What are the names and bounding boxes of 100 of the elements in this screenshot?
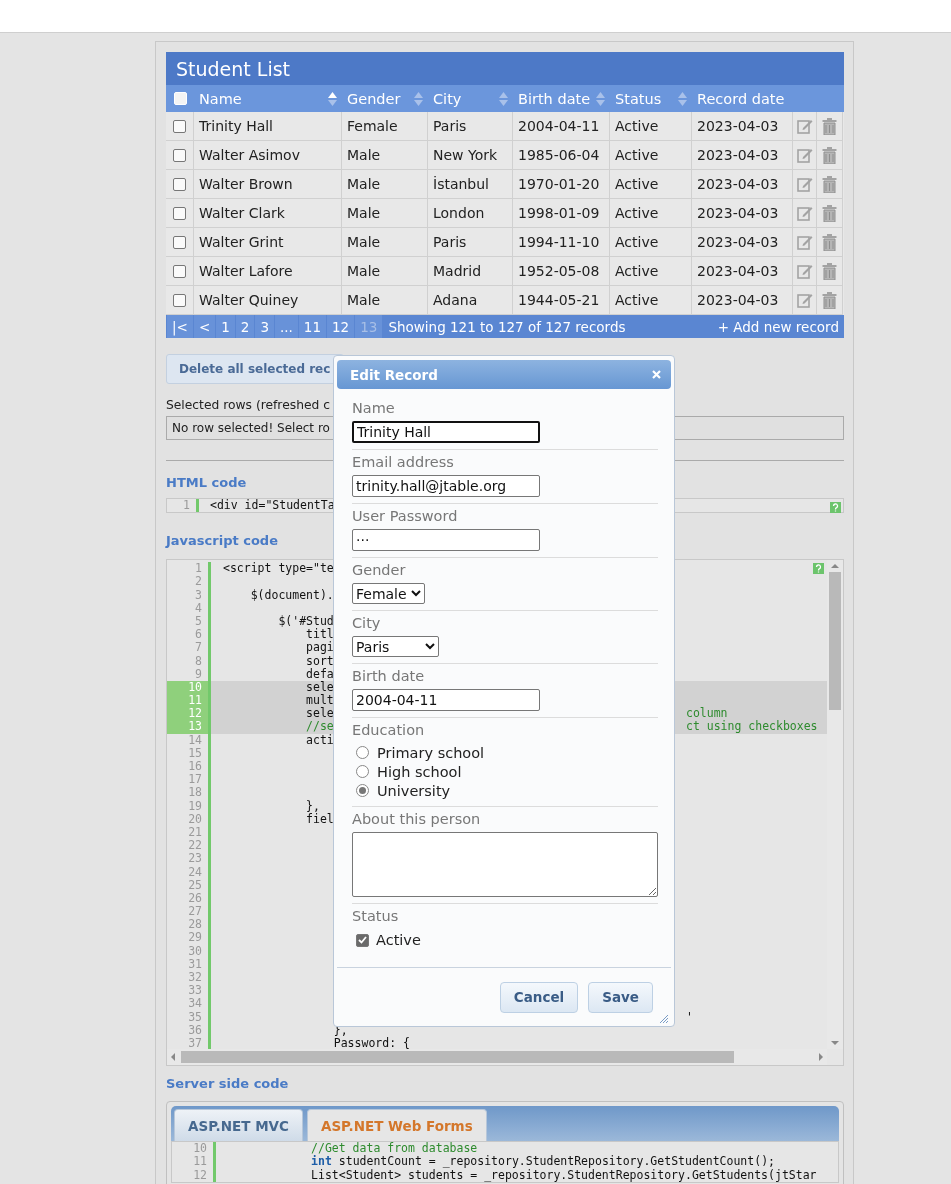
line-number: 20 xyxy=(187,812,203,826)
edit-icon[interactable] xyxy=(796,147,813,163)
code-text: fiel xyxy=(305,812,334,826)
line-number: 7 xyxy=(194,641,203,655)
help-icon[interactable] xyxy=(813,563,824,575)
line-number: 11 xyxy=(192,1155,208,1169)
row-checkbox[interactable] xyxy=(173,293,186,307)
radio-button[interactable] xyxy=(356,746,369,759)
trash-icon[interactable] xyxy=(822,175,837,193)
sort-icon[interactable] xyxy=(327,90,338,107)
line-number: 22 xyxy=(187,839,203,853)
select-all-checkbox[interactable] xyxy=(173,92,187,105)
code-text: <script type="te xyxy=(223,562,334,576)
line-number: 28 xyxy=(187,918,203,932)
line-number: 6 xyxy=(194,628,203,642)
row-checkbox[interactable] xyxy=(173,206,186,220)
page-button[interactable]: 2 xyxy=(235,315,255,338)
row-checkbox[interactable] xyxy=(173,264,186,278)
page-button[interactable]: 1 xyxy=(216,315,235,338)
line-number: 27 xyxy=(187,905,203,919)
text-area[interactable] xyxy=(352,832,658,897)
page-button[interactable]: < xyxy=(193,315,216,338)
row-checkbox[interactable] xyxy=(173,235,186,249)
line-number: 23 xyxy=(187,852,203,866)
line-number: 21 xyxy=(187,825,203,840)
column-header[interactable]: Status xyxy=(615,90,662,107)
line-number: 35 xyxy=(187,1010,203,1024)
selected-rows-message: No row selected! Select ro xyxy=(172,421,330,435)
field-label: Email address xyxy=(352,453,455,471)
table-title: Student List xyxy=(166,52,844,85)
page-button[interactable]: |< xyxy=(167,315,193,338)
code-text: sort xyxy=(305,654,334,668)
trash-icon[interactable] xyxy=(822,262,837,280)
page-button[interactable]: 3 xyxy=(255,315,274,338)
code-text: <div id="StudentTa xyxy=(210,499,335,513)
edit-icon[interactable] xyxy=(796,292,813,308)
sort-icon[interactable] xyxy=(595,90,606,107)
trash-icon[interactable] xyxy=(822,146,837,164)
code-text: ' xyxy=(686,1010,693,1024)
field-label: Birth date xyxy=(352,667,426,685)
trash-icon[interactable] xyxy=(822,117,837,135)
column-header[interactable]: City xyxy=(433,90,462,107)
line-number: 8 xyxy=(194,654,203,668)
column-header[interactable]: Record date xyxy=(697,90,785,107)
radio-button[interactable] xyxy=(356,784,369,797)
tab[interactable]: ASP.NET Web Forms xyxy=(306,1109,487,1142)
column-header[interactable]: Gender xyxy=(347,90,401,107)
radio-button[interactable] xyxy=(356,765,369,778)
code-text: $(document). xyxy=(249,588,334,602)
dialog-button[interactable]: Cancel xyxy=(499,981,579,1013)
row-checkbox[interactable] xyxy=(173,177,186,191)
line-number: 34 xyxy=(187,997,203,1011)
line-number: 15 xyxy=(187,746,203,760)
code-text: List<Student> students = _repository.StudentRepository.GetStudents(jtStar xyxy=(310,1168,817,1182)
resize-grip-icon[interactable] xyxy=(659,1014,669,1024)
dropdown[interactable]: Female xyxy=(352,583,425,604)
close-icon[interactable] xyxy=(652,370,661,379)
line-number: 24 xyxy=(187,865,203,879)
code-text: Password: { xyxy=(332,1036,410,1050)
line-number: 3 xyxy=(194,588,203,602)
section-heading: Server side code xyxy=(166,1076,289,1092)
row-checkbox[interactable] xyxy=(173,148,186,162)
add-record-link[interactable]: + Add new record xyxy=(717,315,844,338)
code-text: ct using checkboxes xyxy=(686,720,818,734)
sort-icon[interactable] xyxy=(498,90,509,107)
field-label: Status xyxy=(352,907,400,925)
code-text: mult xyxy=(305,694,334,708)
edit-icon[interactable] xyxy=(796,205,813,221)
line-number: 18 xyxy=(187,786,203,800)
edit-icon[interactable] xyxy=(796,118,813,134)
column-header[interactable]: Birth date xyxy=(518,90,591,107)
input-field[interactable]: 2004-04-11 xyxy=(352,689,540,711)
dropdown[interactable]: Paris xyxy=(352,636,439,657)
column-header[interactable]: Name xyxy=(199,90,242,107)
line-number: 1 xyxy=(194,562,203,576)
row-checkbox[interactable] xyxy=(173,119,186,133)
help-icon[interactable] xyxy=(830,502,841,513)
sort-icon[interactable] xyxy=(677,90,688,107)
radio-label: University xyxy=(377,782,451,799)
dialog-button[interactable]: Save xyxy=(588,981,653,1013)
trash-icon[interactable] xyxy=(822,233,837,251)
field-label: City xyxy=(352,614,382,632)
page-button[interactable]: 12 xyxy=(327,315,355,338)
trash-icon[interactable] xyxy=(822,291,837,309)
input-field[interactable]: Trinity Hall xyxy=(352,421,540,443)
line-number: 1 xyxy=(182,499,191,513)
page-button[interactable]: 13 xyxy=(355,315,383,338)
input-field[interactable]: ··· xyxy=(352,529,540,551)
page-button[interactable]: 11 xyxy=(298,315,327,338)
trash-icon[interactable] xyxy=(822,204,837,222)
code-text: }, xyxy=(305,799,320,813)
checkbox[interactable] xyxy=(356,933,369,947)
edit-icon[interactable] xyxy=(796,234,813,250)
chevron-down-icon xyxy=(410,590,421,597)
tab[interactable]: ASP.NET MVC xyxy=(174,1109,303,1142)
edit-icon[interactable] xyxy=(796,263,813,279)
input-field[interactable]: trinity.hall@jtable.org xyxy=(352,475,540,497)
edit-icon[interactable] xyxy=(796,176,813,192)
page-button[interactable]: ... xyxy=(274,315,298,338)
sort-icon[interactable] xyxy=(413,90,424,107)
